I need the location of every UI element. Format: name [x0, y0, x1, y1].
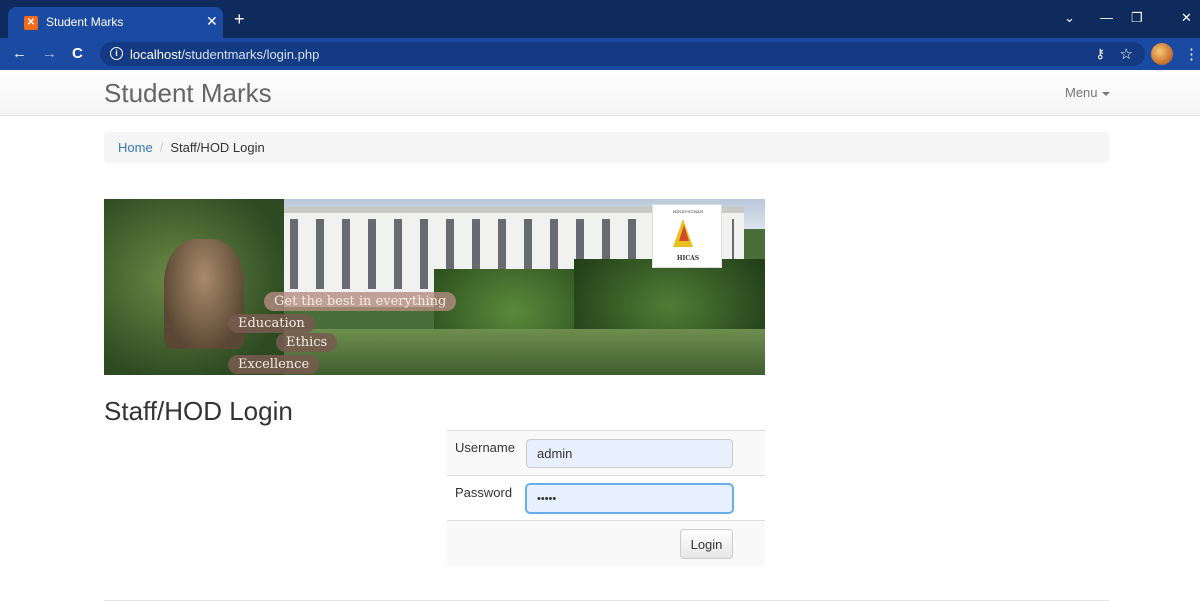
password-input[interactable] — [526, 484, 733, 513]
login-button[interactable]: Login — [680, 529, 733, 559]
key-icon[interactable]: ⚷ — [1095, 46, 1105, 62]
password-label: Password — [455, 485, 513, 500]
omnibox[interactable]: i localhost/studentmarks/login.php ⚷ ☆ — [100, 42, 1145, 66]
site-info-icon[interactable]: i — [110, 47, 123, 60]
username-label: Username — [455, 440, 515, 455]
browser-tab-bar: ✕ Student Marks ✕ + ⌄ — ❐ ✕ — [0, 0, 1200, 38]
site-navbar: Student Marks Menu — [0, 70, 1200, 116]
tab-search-icon[interactable]: ⌄ — [1064, 10, 1075, 26]
xampp-icon: ✕ — [24, 16, 38, 30]
banner-word-excellence: Excellence — [228, 355, 320, 374]
breadcrumb-home-link[interactable]: Home — [118, 140, 153, 155]
buddha-statue — [164, 239, 244, 349]
banner-word-education: Education — [228, 314, 315, 333]
login-form: Username Password Login — [447, 430, 765, 566]
menu-label: Menu — [1065, 85, 1098, 100]
back-icon[interactable]: ← — [12, 45, 27, 62]
close-tab-icon[interactable]: ✕ — [206, 13, 218, 30]
password-row: Password — [447, 475, 765, 520]
reload-icon[interactable]: C — [72, 45, 83, 62]
url-host: localhost — [130, 47, 182, 62]
url-text[interactable]: localhost/studentmarks/login.php — [130, 47, 319, 62]
forward-icon[interactable]: → — [42, 45, 57, 62]
logo-top-text: HINDUSTHAN — [672, 209, 704, 214]
breadcrumb: Home / Staff/HOD Login — [104, 132, 1109, 163]
campus-banner-image: Get the best in everything Education Eth… — [104, 199, 765, 375]
address-bar: ← → C i localhost/studentmarks/login.php… — [0, 38, 1200, 70]
username-row: Username — [447, 430, 765, 475]
site-brand[interactable]: Student Marks — [104, 78, 272, 109]
tab-title: Student Marks — [46, 15, 124, 29]
caret-down-icon — [1101, 91, 1110, 96]
minimize-icon[interactable]: — — [1100, 10, 1113, 25]
url-path: /studentmarks/login.php — [181, 47, 320, 62]
page-title: Staff/HOD Login — [104, 396, 293, 426]
browser-tab[interactable]: ✕ Student Marks ✕ — [8, 7, 223, 38]
college-logo: HINDUSTHAN HICAS — [652, 204, 722, 268]
breadcrumb-separator: / — [159, 140, 164, 155]
banner-word-ethics: Ethics — [276, 333, 338, 352]
logo-text: HICAS — [676, 255, 700, 262]
profile-avatar[interactable] — [1151, 43, 1173, 65]
submit-row: Login — [447, 520, 765, 566]
username-input[interactable] — [526, 439, 733, 468]
more-menu-icon[interactable]: ⋮ — [1184, 45, 1199, 63]
maximize-icon[interactable]: ❐ — [1131, 10, 1143, 26]
close-window-icon[interactable]: ✕ — [1181, 10, 1192, 26]
new-tab-icon[interactable]: + — [234, 10, 245, 28]
bookmark-star-icon[interactable]: ☆ — [1120, 45, 1133, 63]
menu-dropdown[interactable]: Menu — [1065, 85, 1110, 100]
breadcrumb-current: Staff/HOD Login — [170, 140, 265, 155]
banner-tagline: Get the best in everything — [264, 292, 457, 311]
